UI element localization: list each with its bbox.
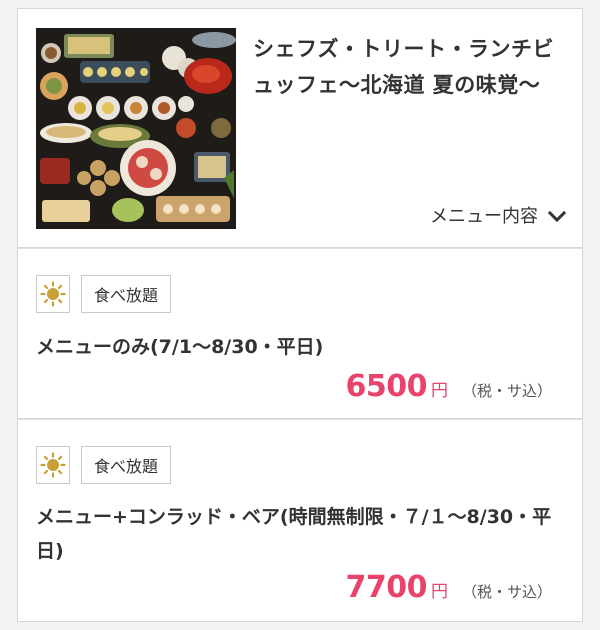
price-row: 7700 円 （税・サ込） — [345, 570, 552, 605]
lunch-badge — [36, 446, 70, 484]
buffet-title: シェフズ・トリート・ランチビュッフェ〜北海道 夏の味覚〜 — [253, 37, 554, 97]
all-you-can-eat-badge: 食べ放題 — [81, 446, 172, 484]
lunch-badge — [36, 275, 70, 313]
price-row: 6500 円 （税・サ込） — [345, 369, 552, 404]
price-amount: 7700 — [345, 570, 427, 605]
all-you-can-eat-badge: 食べ放題 — [81, 275, 172, 313]
buffet-photo-illustration — [36, 28, 236, 229]
price-amount: 6500 — [345, 369, 427, 404]
plan-name: メニューのみ(7/1〜8/30・平日) — [36, 336, 324, 358]
sun-icon — [40, 452, 66, 478]
plan-card-2[interactable]: 食べ放題 メニュー+コンラッド・ベア(時間無制限・７/１〜8/30・平日) 77… — [17, 419, 583, 622]
buffet-photo — [36, 28, 236, 229]
menu-details-toggle[interactable]: メニュー内容 — [430, 202, 567, 228]
menu-details-label: メニュー内容 — [430, 206, 538, 227]
tax-note: （税・サ込） — [461, 583, 552, 601]
plan-name: メニュー+コンラッド・ベア(時間無制限・７/１〜8/30・平日) — [36, 506, 552, 562]
tax-note: （税・サ込） — [461, 382, 552, 400]
price-currency: 円 — [430, 582, 448, 602]
price-currency: 円 — [430, 381, 448, 401]
plan-badges: 食べ放題 — [36, 446, 172, 484]
sun-icon — [40, 281, 66, 307]
plan-badges: 食べ放題 — [36, 275, 172, 313]
plan-card-1[interactable]: 食べ放題 メニューのみ(7/1〜8/30・平日) 6500 円 （税・サ込） — [17, 248, 583, 419]
chevron-down-icon — [547, 208, 567, 223]
buffet-card: シェフズ・トリート・ランチビュッフェ〜北海道 夏の味覚〜 メニュー内容 — [17, 8, 583, 248]
